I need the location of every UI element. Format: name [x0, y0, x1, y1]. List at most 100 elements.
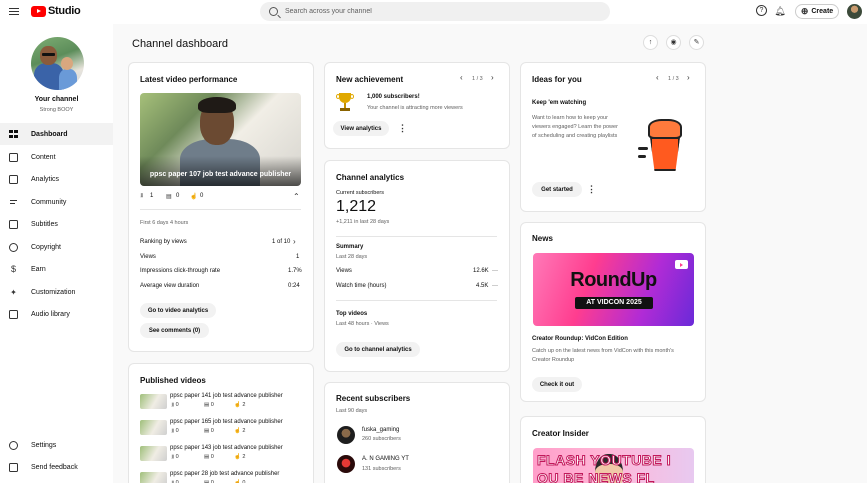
- go-to-video-analytics-button[interactable]: Go to video analytics: [140, 303, 216, 318]
- search-input[interactable]: [285, 8, 585, 15]
- channel-title: Your channel: [34, 96, 79, 103]
- search-icon: [269, 7, 278, 16]
- sidebar-item-copyright[interactable]: Copyright: [0, 236, 113, 258]
- sidebar-item-label: Community: [31, 198, 67, 206]
- studio-logo[interactable]: Studio: [31, 5, 81, 17]
- video-views-count: 0: [175, 428, 179, 434]
- channel-name: Strong BOOY: [39, 107, 74, 113]
- video-comments: ▤ 0: [204, 454, 214, 460]
- upload-icon[interactable]: ↑: [643, 35, 658, 50]
- prev-chevron-icon[interactable]: ‹: [656, 74, 659, 82]
- news-image[interactable]: RoundUp AT VIDCON 2025: [533, 253, 694, 326]
- ranking-chevron-icon[interactable]: ›: [293, 238, 296, 246]
- sidebar-item-subtitles[interactable]: Subtitles: [0, 213, 113, 235]
- subscribers-delta: +1,211 in last 28 days: [336, 219, 390, 225]
- sidebar-item-label: Customization: [31, 288, 76, 296]
- video-title[interactable]: ppsc paper 143 job test advance publishe…: [170, 445, 283, 451]
- sidebar-item-analytics[interactable]: Analytics: [0, 168, 113, 190]
- prev-chevron-icon[interactable]: ‹: [460, 74, 463, 82]
- sidebar-item-send-feedback[interactable]: Send feedback: [0, 456, 113, 478]
- latest-video-thumbnail[interactable]: ppsc paper 107 job test advance publishe…: [140, 93, 301, 186]
- check-it-out-button[interactable]: Check it out: [532, 377, 582, 392]
- page-title: Channel dashboard: [132, 38, 229, 50]
- metric-label: Average view duration: [140, 283, 200, 289]
- summary-trend: —: [492, 268, 498, 274]
- create-button[interactable]: ⊕ Create: [795, 4, 839, 19]
- next-chevron-icon[interactable]: ›: [491, 74, 494, 82]
- community-icon: [9, 198, 18, 207]
- subscriber-name[interactable]: fuska_gaming: [362, 427, 399, 433]
- latest-likes-count: 0: [200, 193, 204, 199]
- video-likes: ☝ 2: [234, 402, 246, 408]
- metric-value: 1.7%: [288, 268, 302, 274]
- video-views: ⫫ 0: [171, 402, 179, 408]
- video-thumbnail[interactable]: [140, 394, 167, 409]
- video-likes-count: 2: [242, 428, 246, 434]
- video-thumbnail[interactable]: [140, 420, 167, 435]
- sidebar-item-community[interactable]: Community: [0, 191, 113, 213]
- sidebar-item-settings[interactable]: Settings: [0, 434, 113, 456]
- latest-video-caption: ppsc paper 107 job test advance publishe…: [149, 171, 292, 178]
- go-to-channel-analytics-button[interactable]: Go to channel analytics: [336, 342, 420, 357]
- video-comments-count: 0: [210, 402, 214, 408]
- sidebar-item-content[interactable]: Content: [0, 146, 113, 168]
- sidebar-item-label: Dashboard: [31, 130, 68, 138]
- video-title[interactable]: ppsc paper 141 job test advance publishe…: [170, 393, 283, 399]
- news-title: News: [532, 234, 553, 243]
- video-thumbnail[interactable]: [140, 446, 167, 461]
- help-icon[interactable]: ?: [756, 5, 767, 16]
- summary-label: Watch time (hours): [336, 283, 387, 289]
- latest-period: First 6 days 4 hours: [140, 220, 189, 226]
- summary-value: 12.6K: [473, 268, 489, 274]
- video-likes: ☝ 2: [234, 428, 246, 434]
- audio-library-icon: [9, 309, 18, 319]
- sidebar-item-label: Copyright: [31, 243, 61, 251]
- metric-value: 0:24: [288, 283, 300, 289]
- video-title[interactable]: ppsc paper 28 job test advance publisher: [170, 471, 279, 477]
- channel-avatar[interactable]: [31, 37, 84, 90]
- top-bar: Studio ? 🔔︎ ⊕ Create: [0, 0, 867, 24]
- sidebar-item-label: Audio library: [31, 310, 70, 318]
- ideas-desc-line: Want to learn how to keep your: [532, 115, 608, 121]
- sidebar-item-earn[interactable]: $ Earn: [0, 258, 113, 280]
- creator-insider-title: Creator Insider: [532, 429, 589, 438]
- next-chevron-icon[interactable]: ›: [687, 74, 690, 82]
- sidebar-item-dashboard[interactable]: Dashboard: [0, 123, 113, 145]
- menu-icon[interactable]: [9, 6, 19, 16]
- more-options-icon[interactable]: ⋮: [587, 184, 596, 195]
- subscriber-avatar[interactable]: [337, 455, 355, 473]
- creator-insider-image[interactable]: FLASH YOUTUBE I OU BE NEWS FL: [533, 448, 694, 483]
- account-avatar[interactable]: [847, 4, 862, 19]
- view-analytics-button[interactable]: View analytics: [333, 121, 389, 136]
- go-live-icon[interactable]: ◉: [666, 35, 681, 50]
- news-image-title: RoundUp: [570, 269, 657, 291]
- video-title[interactable]: ppsc paper 165 job test advance publishe…: [170, 419, 283, 425]
- sidebar-item-audio-library[interactable]: Audio library: [0, 303, 113, 325]
- subscriber-avatar[interactable]: [337, 426, 355, 444]
- ideas-desc-line: viewers engaged? Learn the power: [532, 124, 618, 130]
- news-image-subtitle: AT VIDCON 2025: [575, 297, 653, 309]
- recent-subscribers-period: Last 90 days: [336, 408, 368, 414]
- create-post-icon[interactable]: ✎: [689, 35, 704, 50]
- video-views: ⫫ 0: [171, 428, 179, 434]
- notifications-icon[interactable]: 🔔︎: [774, 5, 786, 17]
- achievement-desc: Your channel is attracting more viewers: [367, 105, 463, 111]
- search-box[interactable]: [260, 2, 610, 21]
- popcorn-icon: [638, 117, 692, 173]
- news-headline: Creator Roundup: VidCon Edition: [532, 336, 628, 342]
- feedback-icon: [9, 462, 18, 472]
- video-thumbnail[interactable]: [140, 472, 167, 483]
- brand-label: Studio: [48, 5, 81, 17]
- see-comments-button[interactable]: See comments (0): [140, 323, 209, 338]
- sidebar-item-customization[interactable]: ✦ Customization: [0, 281, 113, 303]
- collapse-chevron-icon[interactable]: ⌃: [293, 193, 300, 201]
- achievement-title: New achievement: [336, 75, 404, 84]
- ideas-desc-line: of scheduling and creating playlists: [532, 133, 618, 139]
- comments-icon: ▤: [166, 194, 172, 200]
- summary-period: Last 28 days: [336, 254, 368, 260]
- subscriber-name[interactable]: A. N GAMING YT: [362, 456, 409, 462]
- news-desc-line: Catch up on the latest news from VidCon …: [532, 348, 674, 354]
- get-started-button[interactable]: Get started: [532, 182, 582, 197]
- more-options-icon[interactable]: ⋮: [398, 123, 407, 134]
- insider-image-line: OU BE NEWS FL: [537, 470, 655, 483]
